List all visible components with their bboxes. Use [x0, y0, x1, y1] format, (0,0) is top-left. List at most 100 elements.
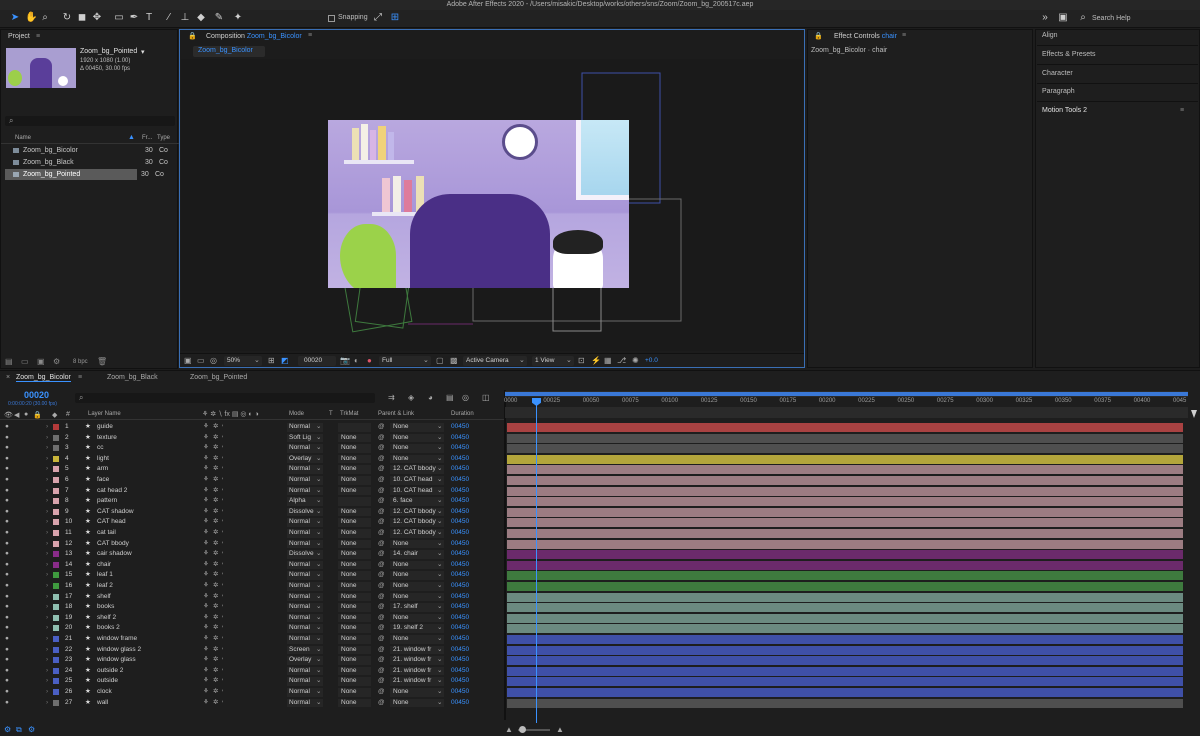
layer-duration[interactable]: 00450: [451, 486, 469, 497]
pick-whip-icon[interactable]: @: [378, 613, 385, 624]
collapse-switch-icon[interactable]: ✲: [213, 666, 218, 677]
layer-row[interactable]: ● › 22 ★ window glass 2 ⚘ ✲ ∕ Screen ⌄ None @21. wi…: [0, 645, 504, 656]
quality-switch-icon[interactable]: ∕: [222, 676, 223, 687]
roto-brush-tool-icon[interactable]: ✎: [214, 13, 224, 23]
parent-dropdown[interactable]: None: [390, 688, 444, 697]
timeline-tab-pointed[interactable]: Zoom_bg_Pointed: [190, 374, 247, 381]
quality-switch-icon[interactable]: ∕: [222, 517, 223, 528]
puppet-tool-icon[interactable]: ✦: [233, 13, 243, 23]
layer-track-bar[interactable]: [507, 603, 1183, 613]
layer-duration[interactable]: 00450: [451, 549, 469, 560]
trkmat-dropdown[interactable]: None: [338, 486, 371, 496]
camera-view-dropdown[interactable]: Active Camera ⌄: [463, 356, 527, 366]
parent-dropdown[interactable]: 12. CAT bbody: [390, 507, 444, 517]
draft-3d-icon[interactable]: ◈: [408, 393, 414, 402]
quality-switch-icon[interactable]: ∕: [222, 666, 223, 677]
trkmat-dropdown[interactable]: [338, 423, 371, 432]
mask-visibility-icon[interactable]: ◎: [210, 356, 217, 365]
quality-switch-icon[interactable]: ∕: [222, 655, 223, 666]
layer-row[interactable]: ● › 4 ★ light ⚘ ✲ ∕ Overlay ⌄ None @ None ⌄ 00450: [0, 454, 504, 465]
layer-name[interactable]: CAT bbody: [97, 539, 197, 550]
layer-row[interactable]: ● › 11 ★ cat tail ⚘ ✲ ∕ Normal ⌄ None @12. CAT bbod…: [0, 528, 504, 539]
transparency-toggle-icon[interactable]: ▩: [450, 356, 458, 365]
chevron-down-icon[interactable]: ▾: [141, 48, 145, 56]
layer-row[interactable]: ● › 17 ★ shelf ⚘ ✲ ∕ Normal ⌄ None @ None ⌄ 00450: [0, 592, 504, 603]
layer-row[interactable]: ● › 20 ★ books 2 ⚘ ✲ ∕ Normal ⌄ None @19. shelf 2 ⌄ 0…: [0, 623, 504, 634]
layer-track-bar[interactable]: [507, 624, 1183, 634]
twirl-chevron-icon[interactable]: ›: [46, 454, 48, 465]
trkmat-dropdown[interactable]: None: [338, 666, 371, 676]
collapse-switch-icon[interactable]: ✲: [213, 507, 218, 518]
character-panel-tab[interactable]: Character: [1042, 65, 1192, 83]
twirl-chevron-icon[interactable]: ›: [46, 539, 48, 550]
twirl-chevron-icon[interactable]: ›: [46, 676, 48, 687]
shy-switch-icon[interactable]: ⚘: [203, 570, 209, 581]
panel-menu-icon[interactable]: ≡: [1180, 107, 1184, 114]
panel-menu-icon[interactable]: ≡: [308, 32, 312, 39]
quality-switch-icon[interactable]: ∕: [222, 464, 223, 475]
duration-column-header[interactable]: Duration: [451, 411, 474, 417]
collapse-switch-icon[interactable]: ✲: [213, 454, 218, 465]
project-item[interactable]: Zoom_bg_Bicolor 30 Co: [5, 145, 177, 156]
switches-icons[interactable]: ⚘ ✲ ∖ fx ▤ ◎ ◐ ◑: [202, 410, 259, 418]
shy-switch-icon[interactable]: ⚘: [203, 645, 209, 656]
trkmat-dropdown[interactable]: None: [338, 550, 371, 559]
quality-switch-icon[interactable]: ∕: [222, 496, 223, 507]
collapse-switch-icon[interactable]: ✲: [213, 464, 218, 475]
trkmat-dropdown[interactable]: None: [338, 465, 371, 474]
collapse-switch-icon[interactable]: ✲: [213, 443, 218, 454]
shy-switch-icon[interactable]: ⚘: [203, 581, 209, 592]
parent-dropdown[interactable]: None: [390, 698, 444, 708]
layer-row[interactable]: ● › 18 ★ books ⚘ ✲ ∕ Normal ⌄ None @17. shelf ⌄ 00450: [0, 602, 504, 613]
parent-column-header[interactable]: Parent & Link: [378, 411, 414, 417]
twirl-chevron-icon[interactable]: ›: [46, 687, 48, 698]
parent-dropdown[interactable]: None: [390, 560, 444, 570]
pick-whip-icon[interactable]: @: [378, 454, 385, 465]
pick-whip-icon[interactable]: @: [378, 539, 385, 550]
layer-row[interactable]: ● › 14 ★ chair ⚘ ✲ ∕ Normal ⌄ None @ None ⌄ 00450: [0, 560, 504, 571]
trkmat-dropdown[interactable]: None: [338, 677, 371, 686]
layer-duration[interactable]: 00450: [451, 528, 469, 539]
layer-track-bar[interactable]: [507, 635, 1183, 644]
eye-icon[interactable]: ●: [5, 634, 9, 645]
quality-switch-icon[interactable]: ∕: [222, 549, 223, 560]
effect-controls-tab[interactable]: Effect Controls chair: [834, 33, 897, 40]
twirl-chevron-icon[interactable]: ›: [46, 549, 48, 560]
quality-switch-icon[interactable]: ∕: [222, 507, 223, 518]
layer-duration[interactable]: 00450: [451, 655, 469, 666]
collapse-switch-icon[interactable]: ✲: [213, 549, 218, 560]
parent-dropdown[interactable]: None: [390, 454, 444, 464]
quality-switch-icon[interactable]: ∕: [222, 539, 223, 550]
layer-row[interactable]: ● › 25 ★ outside ⚘ ✲ ∕ Normal ⌄ None @21. window fr…: [0, 676, 504, 687]
layer-name[interactable]: cair shadow: [97, 549, 197, 560]
pick-whip-icon[interactable]: @: [378, 496, 385, 507]
snap-align-icon[interactable]: ⊞: [390, 13, 400, 23]
shy-switch-icon[interactable]: ⚘: [203, 475, 209, 486]
layer-track-bar[interactable]: [507, 560, 1183, 570]
video-toggle-icon[interactable]: 👁: [4, 411, 13, 419]
layer-track-bar[interactable]: [507, 444, 1183, 454]
layer-name[interactable]: cat tail: [97, 528, 197, 539]
eye-icon[interactable]: ●: [5, 464, 9, 475]
layer-row[interactable]: ● › 6 ★ face ⚘ ✲ ∕ Normal ⌄ None @10. CAT head ⌄ 0045…: [0, 475, 504, 486]
type-tool-icon[interactable]: T: [144, 13, 154, 23]
shy-switch-icon[interactable]: ⚘: [203, 496, 209, 507]
label-color-swatch[interactable]: [53, 551, 59, 558]
pick-whip-icon[interactable]: @: [378, 560, 385, 571]
layer-name[interactable]: texture: [97, 433, 197, 444]
eraser-tool-icon[interactable]: ◆: [196, 13, 206, 23]
layer-duration[interactable]: 00450: [451, 433, 469, 444]
project-tab[interactable]: Project: [8, 33, 30, 40]
quality-switch-icon[interactable]: ∕: [222, 623, 223, 634]
trash-icon[interactable]: 🗑: [97, 357, 107, 366]
trkmat-dropdown[interactable]: None: [338, 624, 371, 633]
lock-icon[interactable]: 🔒: [814, 32, 823, 40]
layer-duration[interactable]: 00450: [451, 422, 469, 433]
parent-dropdown[interactable]: 21. window fr: [390, 645, 444, 655]
parent-dropdown[interactable]: 19. shelf 2: [390, 624, 444, 633]
snap-options-icon[interactable]: ⤢: [373, 13, 383, 23]
label-color-swatch[interactable]: [53, 604, 59, 611]
layer-name[interactable]: guide: [97, 422, 197, 433]
layer-duration[interactable]: 00450: [451, 634, 469, 645]
label-color-swatch[interactable]: [53, 625, 59, 632]
